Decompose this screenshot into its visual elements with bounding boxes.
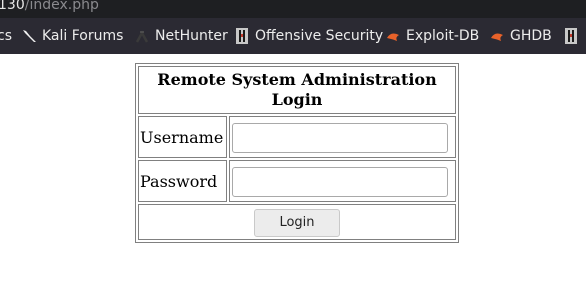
offsec-icon xyxy=(235,28,249,44)
username-label: Username xyxy=(138,116,227,158)
bookmark-offensive-security[interactable]: Offensive Security xyxy=(235,18,383,54)
bookmark-kali-forums[interactable]: Kali Forums xyxy=(22,18,123,54)
ghdb-icon xyxy=(490,28,504,44)
bookmark-label: cs xyxy=(0,28,12,44)
bookmark-nethunter[interactable]: NetHunter xyxy=(135,18,228,54)
bookmarks-toolbar: cs Kali Forums NetHunter Offensive Secur… xyxy=(0,18,586,54)
login-form-table: Remote System Administration Login Usern… xyxy=(135,63,459,243)
bookmark-label: GHDB xyxy=(510,28,552,44)
password-cell xyxy=(229,160,456,202)
exploit-db-icon xyxy=(386,28,400,44)
address-bar[interactable]: 130/index.php xyxy=(0,0,586,18)
kali-dragon-icon xyxy=(22,28,36,44)
bookmark-offsec-partial[interactable] xyxy=(564,18,584,54)
bookmark-exploit-db[interactable]: Exploit-DB xyxy=(386,18,479,54)
bookmark-label: Offensive Security xyxy=(255,28,384,44)
offsec-icon xyxy=(564,28,578,44)
url-text[interactable]: 130/index.php xyxy=(0,0,99,13)
url-host: 130 xyxy=(0,0,25,13)
bookmark-label: Kali Forums xyxy=(42,28,124,44)
submit-cell: Login xyxy=(138,204,456,240)
nethunter-icon xyxy=(135,28,149,44)
username-cell xyxy=(229,116,456,158)
bookmark-ghdb[interactable]: GHDB xyxy=(490,18,552,54)
bookmark-label: Exploit-DB xyxy=(406,28,480,44)
bookmark-label: NetHunter xyxy=(155,28,228,44)
login-form-title: Remote System Administration Login xyxy=(138,66,456,114)
password-label: Password xyxy=(138,160,227,202)
bookmark-partial[interactable]: cs xyxy=(0,18,12,54)
login-button[interactable]: Login xyxy=(254,208,340,237)
url-path: /index.php xyxy=(24,0,99,13)
password-input[interactable] xyxy=(232,166,448,197)
username-input[interactable] xyxy=(232,122,448,153)
